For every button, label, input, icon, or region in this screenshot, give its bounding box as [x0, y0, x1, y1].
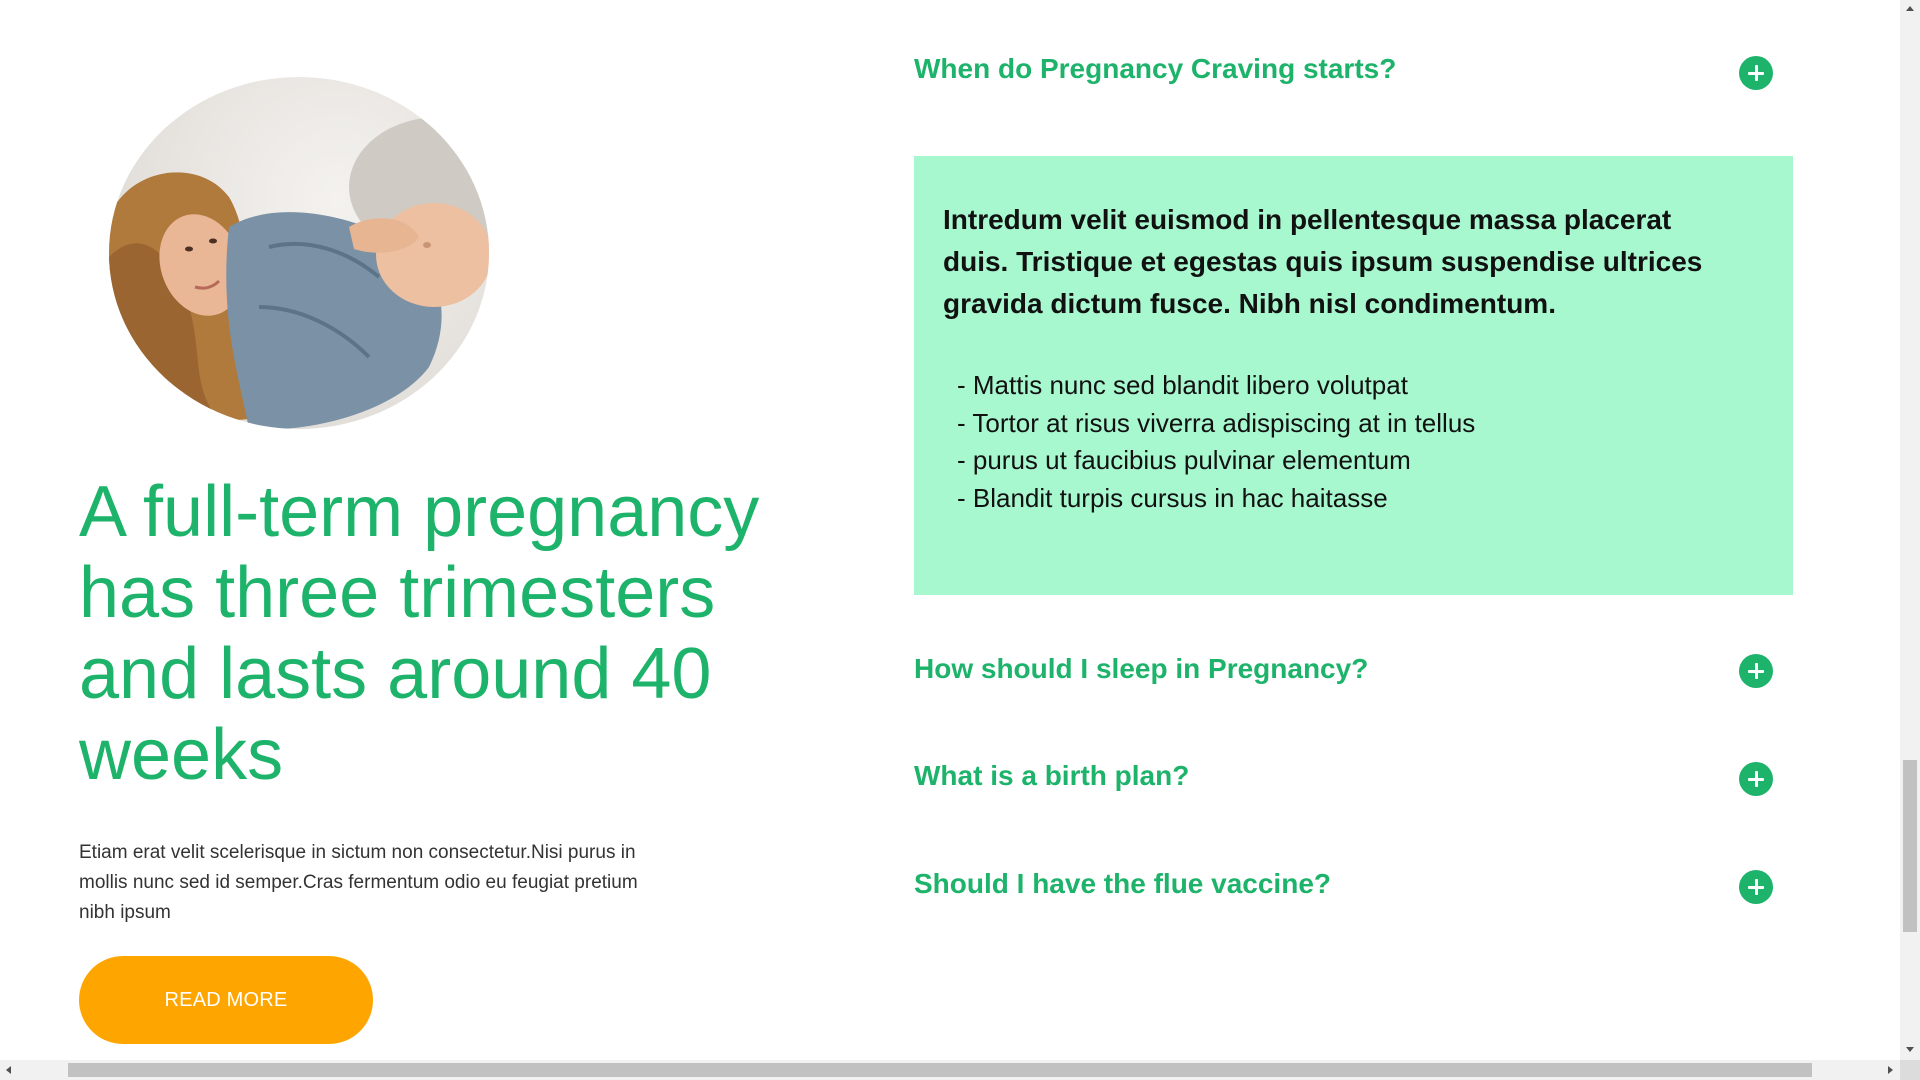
faq-question-text: What is a birth plan? — [914, 760, 1190, 791]
faq-answer-bullet: - Mattis nunc sed blandit libero volutpa… — [957, 370, 1408, 400]
vertical-scrollbar-thumb[interactable] — [1903, 760, 1917, 932]
pregnant-woman-photo — [109, 77, 489, 429]
read-more-button[interactable]: READ MORE — [79, 956, 373, 1044]
faq-answer-bullet: - Tortor at risus viverra adispiscing at… — [957, 407, 1476, 438]
faq-question-0[interactable]: When do Pregnancy Craving starts? — [914, 52, 1794, 102]
scroll-up-arrow-icon[interactable] — [1906, 6, 1914, 11]
faq-question-text: When do Pregnancy Craving starts? — [914, 53, 1397, 84]
faq-question-text: Should I have the flue vaccine? — [914, 868, 1331, 899]
page-viewport: A full-term pregnancy has three trimeste… — [0, 0, 1900, 1060]
faq-question-1[interactable]: How should I sleep in Pregnancy? — [914, 652, 1794, 702]
horizontal-scrollbar[interactable] — [0, 1060, 1900, 1080]
plus-circle-icon[interactable] — [1739, 762, 1773, 796]
hero-title: A full-term pregnancy has three trimeste… — [79, 472, 760, 795]
faq-answer-list: - Mattis nunc sed blandit libero volutpa… — [957, 367, 1475, 517]
faq-answer-panel: Intredum velit euismod in pellentesque m… — [914, 156, 1793, 595]
faq-question-text: How should I sleep in Pregnancy? — [914, 653, 1369, 684]
vertical-scrollbar[interactable] — [1900, 0, 1920, 1060]
faq-answer-bullet: - purus ut faucibius pulvinar elementum — [957, 445, 1411, 475]
horizontal-scrollbar-thumb[interactable] — [68, 1063, 1812, 1077]
photo-illustration — [109, 117, 489, 429]
plus-circle-icon[interactable] — [1739, 654, 1773, 688]
faq-question-3[interactable]: Should I have the flue vaccine? — [914, 867, 1794, 917]
plus-circle-icon[interactable] — [1739, 56, 1773, 90]
plus-circle-icon[interactable] — [1739, 870, 1773, 904]
scroll-right-arrow-icon[interactable] — [1888, 1066, 1893, 1074]
faq-answer-lead: Intredum velit euismod in pellentesque m… — [943, 204, 1703, 319]
scrollbar-corner — [1900, 1060, 1920, 1080]
scroll-left-arrow-icon[interactable] — [6, 1066, 11, 1074]
faq-answer-bullet: - Blandit turpis cursus in hac haitasse — [957, 482, 1388, 513]
scroll-down-arrow-icon[interactable] — [1906, 1047, 1914, 1052]
hero-description: Etiam erat velit scelerisque in sictum n… — [79, 842, 638, 923]
faq-question-2[interactable]: What is a birth plan? — [914, 759, 1794, 809]
